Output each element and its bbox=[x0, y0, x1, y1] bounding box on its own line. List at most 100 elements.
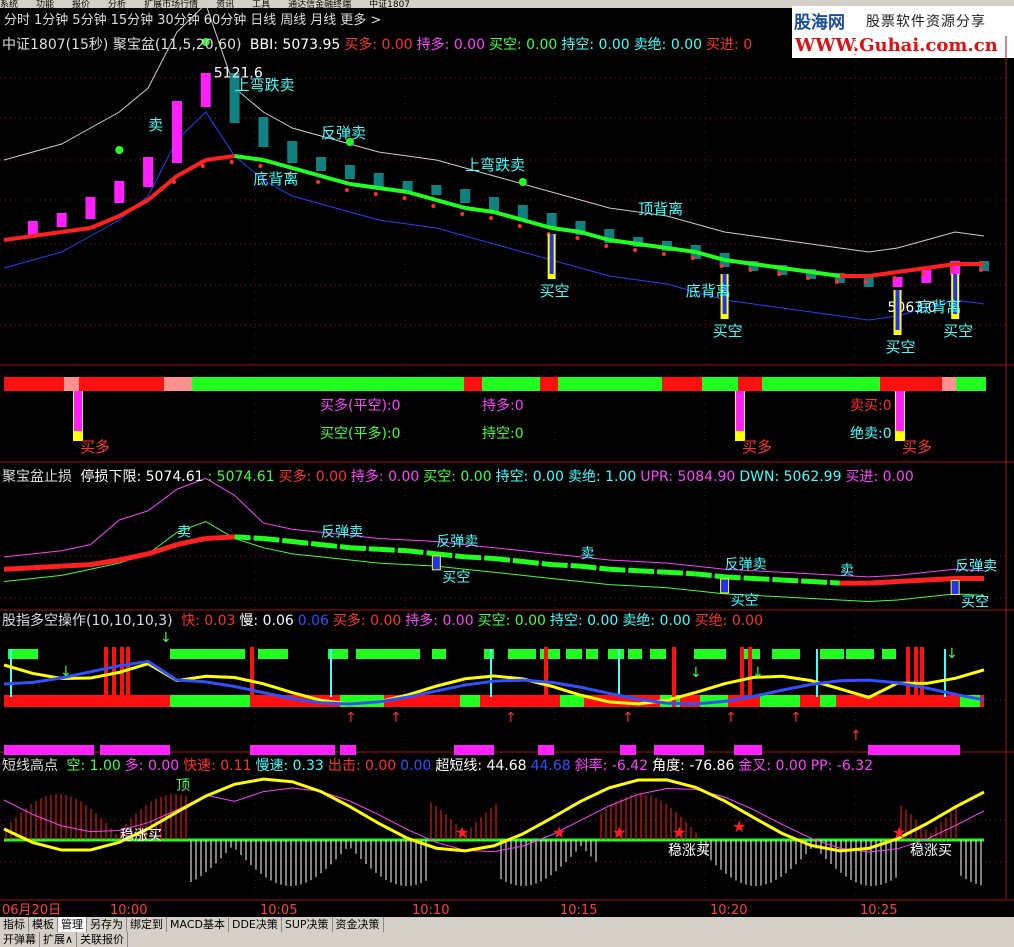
time-axis-label: 10:00 bbox=[110, 903, 147, 917]
cyan-marker bbox=[618, 649, 620, 697]
stoploss-segment bbox=[234, 534, 264, 541]
price-bar bbox=[171, 101, 182, 163]
price-bar bbox=[460, 189, 471, 203]
panel5-field-9: 角度: -76.86 bbox=[652, 758, 735, 774]
tab-0[interactable]: 指标 bbox=[0, 917, 29, 932]
price-bar bbox=[27, 221, 38, 235]
down-arrow: ↓ bbox=[946, 646, 958, 662]
panel3-field-7: UPR: 5084.90 bbox=[640, 469, 736, 485]
tab-2[interactable]: 管理 bbox=[58, 917, 87, 932]
panel1-field-0: BBI: 5073.95 bbox=[249, 37, 341, 53]
signal-strip-block bbox=[79, 377, 164, 391]
long-signal-bar bbox=[772, 649, 800, 659]
signal-strip-block bbox=[762, 377, 880, 391]
tab-3[interactable]: 另存为 bbox=[87, 917, 127, 932]
signal-strip-block bbox=[880, 377, 942, 391]
signal-dot bbox=[748, 268, 753, 272]
signal-dot bbox=[661, 252, 666, 256]
short-marker bbox=[895, 290, 900, 330]
top-label: 顶 bbox=[176, 778, 190, 794]
stoploss-segment bbox=[580, 563, 610, 572]
bottom-tab-2[interactable]: 关联报价 bbox=[77, 932, 129, 947]
price-bar bbox=[114, 181, 125, 203]
panel1-field-2: 持多: 0.00 bbox=[416, 37, 485, 53]
magenta-strip bbox=[620, 745, 636, 755]
stoploss-short-marker bbox=[720, 578, 730, 594]
bottom-tab-0[interactable]: 开弹幕 bbox=[0, 932, 40, 947]
stoploss-sell-label: 反弹卖 bbox=[436, 534, 478, 550]
stoploss-segment bbox=[868, 579, 898, 586]
time-axis-label: 10:20 bbox=[710, 903, 747, 917]
buy-long-marker bbox=[896, 391, 904, 431]
buy-long-label: 买多 bbox=[80, 438, 110, 456]
buy-short-label: 买空 bbox=[540, 282, 570, 300]
price-bar bbox=[489, 197, 499, 211]
buy-short-label: 买空 bbox=[713, 322, 743, 340]
panel5-field-5: 0.00 bbox=[400, 758, 432, 774]
stoploss-segment bbox=[147, 542, 178, 557]
up-arrow: ↑ bbox=[390, 710, 402, 726]
sell-dot bbox=[115, 146, 124, 154]
sell-dot bbox=[345, 138, 354, 146]
bbi-segment bbox=[61, 226, 91, 234]
baseline-green bbox=[170, 695, 250, 707]
bbi-segment bbox=[205, 154, 235, 162]
panel4-field-4: 持多: 0.00 bbox=[405, 613, 474, 629]
short-marker bbox=[549, 234, 554, 274]
stoploss-sell-label: 卖 bbox=[840, 563, 854, 579]
stoploss-segment bbox=[320, 542, 351, 551]
stoploss-short-label: 买空 bbox=[442, 570, 470, 586]
cyan-marker bbox=[10, 649, 12, 697]
tab-5[interactable]: MACD基本 bbox=[167, 917, 229, 932]
chart-canvas[interactable]: 5121.65063.0买空买空买空买空卖上弯跌卖反弹卖上弯跌卖顶背离底背离底背… bbox=[0, 0, 1014, 917]
panel2-buy-short: 买空(平多):0 bbox=[320, 425, 401, 442]
signal-strip-block bbox=[702, 377, 738, 391]
signal-strip-block bbox=[164, 377, 192, 391]
stoploss-segment bbox=[465, 554, 495, 561]
signal-dot bbox=[777, 272, 782, 276]
bottom-tab-1[interactable]: 扩展∧ bbox=[40, 932, 78, 947]
sell-dot bbox=[518, 178, 527, 186]
panel5-field-8: 斜率: -6.42 bbox=[574, 758, 649, 774]
tab-1[interactable]: 模板 bbox=[29, 917, 58, 932]
long-signal-bar bbox=[820, 649, 844, 659]
signal-strip-block bbox=[64, 377, 79, 391]
tab-7[interactable]: SUP决策 bbox=[282, 917, 333, 932]
stoploss-sell-label: 卖 bbox=[177, 525, 191, 541]
tab-8[interactable]: 资金决策 bbox=[333, 917, 384, 932]
stoploss-segment bbox=[609, 566, 639, 574]
signal-strip-block bbox=[662, 377, 702, 391]
stoploss-short-marker bbox=[431, 555, 441, 571]
stoploss-segment bbox=[926, 575, 956, 583]
bbi-segment bbox=[3, 234, 34, 242]
time-axis-label: 06月20日 bbox=[2, 903, 61, 917]
long-signal-bar bbox=[170, 649, 245, 659]
panel1-field-3: 买空: 0.00 bbox=[489, 37, 558, 53]
tab-4[interactable]: 绑定到 bbox=[127, 917, 167, 932]
price-bar bbox=[517, 205, 528, 219]
divergence-label: 底背离 bbox=[916, 298, 961, 316]
stoploss-sell-label: 卖 bbox=[580, 546, 594, 562]
divergence-label: 底背离 bbox=[253, 170, 298, 188]
panel3-field-0: 停损下限: 5074.61 bbox=[80, 469, 204, 485]
stoploss-segment bbox=[897, 577, 927, 585]
panel5-field-1: 多: 0.00 bbox=[124, 758, 180, 774]
signal-dot bbox=[460, 212, 465, 216]
dwn-line bbox=[3, 520, 985, 603]
tab-6[interactable]: DDE决策 bbox=[229, 917, 282, 932]
panel4-header: 股指多空操作(10,10,10,3) 快: 0.03 慢: 0.06 0.06 买多:… bbox=[2, 612, 771, 630]
price-bar bbox=[200, 73, 211, 107]
stoploss-segment bbox=[407, 548, 437, 557]
panel4-field-3: 买多: 0.00 bbox=[332, 613, 402, 629]
up-arrow: ↑ bbox=[725, 710, 737, 726]
down-arrow: ↓ bbox=[160, 630, 172, 646]
signal-strip-block bbox=[540, 377, 558, 391]
up-arrow: ↑ bbox=[850, 728, 862, 744]
long-signal-bar bbox=[8, 649, 38, 659]
price-bar bbox=[921, 269, 932, 283]
time-axis-label: 10:10 bbox=[412, 903, 449, 917]
signal-strip-block bbox=[482, 377, 540, 391]
steady-buy-label: 稳涨买 bbox=[668, 843, 710, 859]
spike-bar bbox=[544, 647, 548, 707]
panel4-title: 股指多空操作(10,10,10,3) bbox=[2, 613, 173, 629]
